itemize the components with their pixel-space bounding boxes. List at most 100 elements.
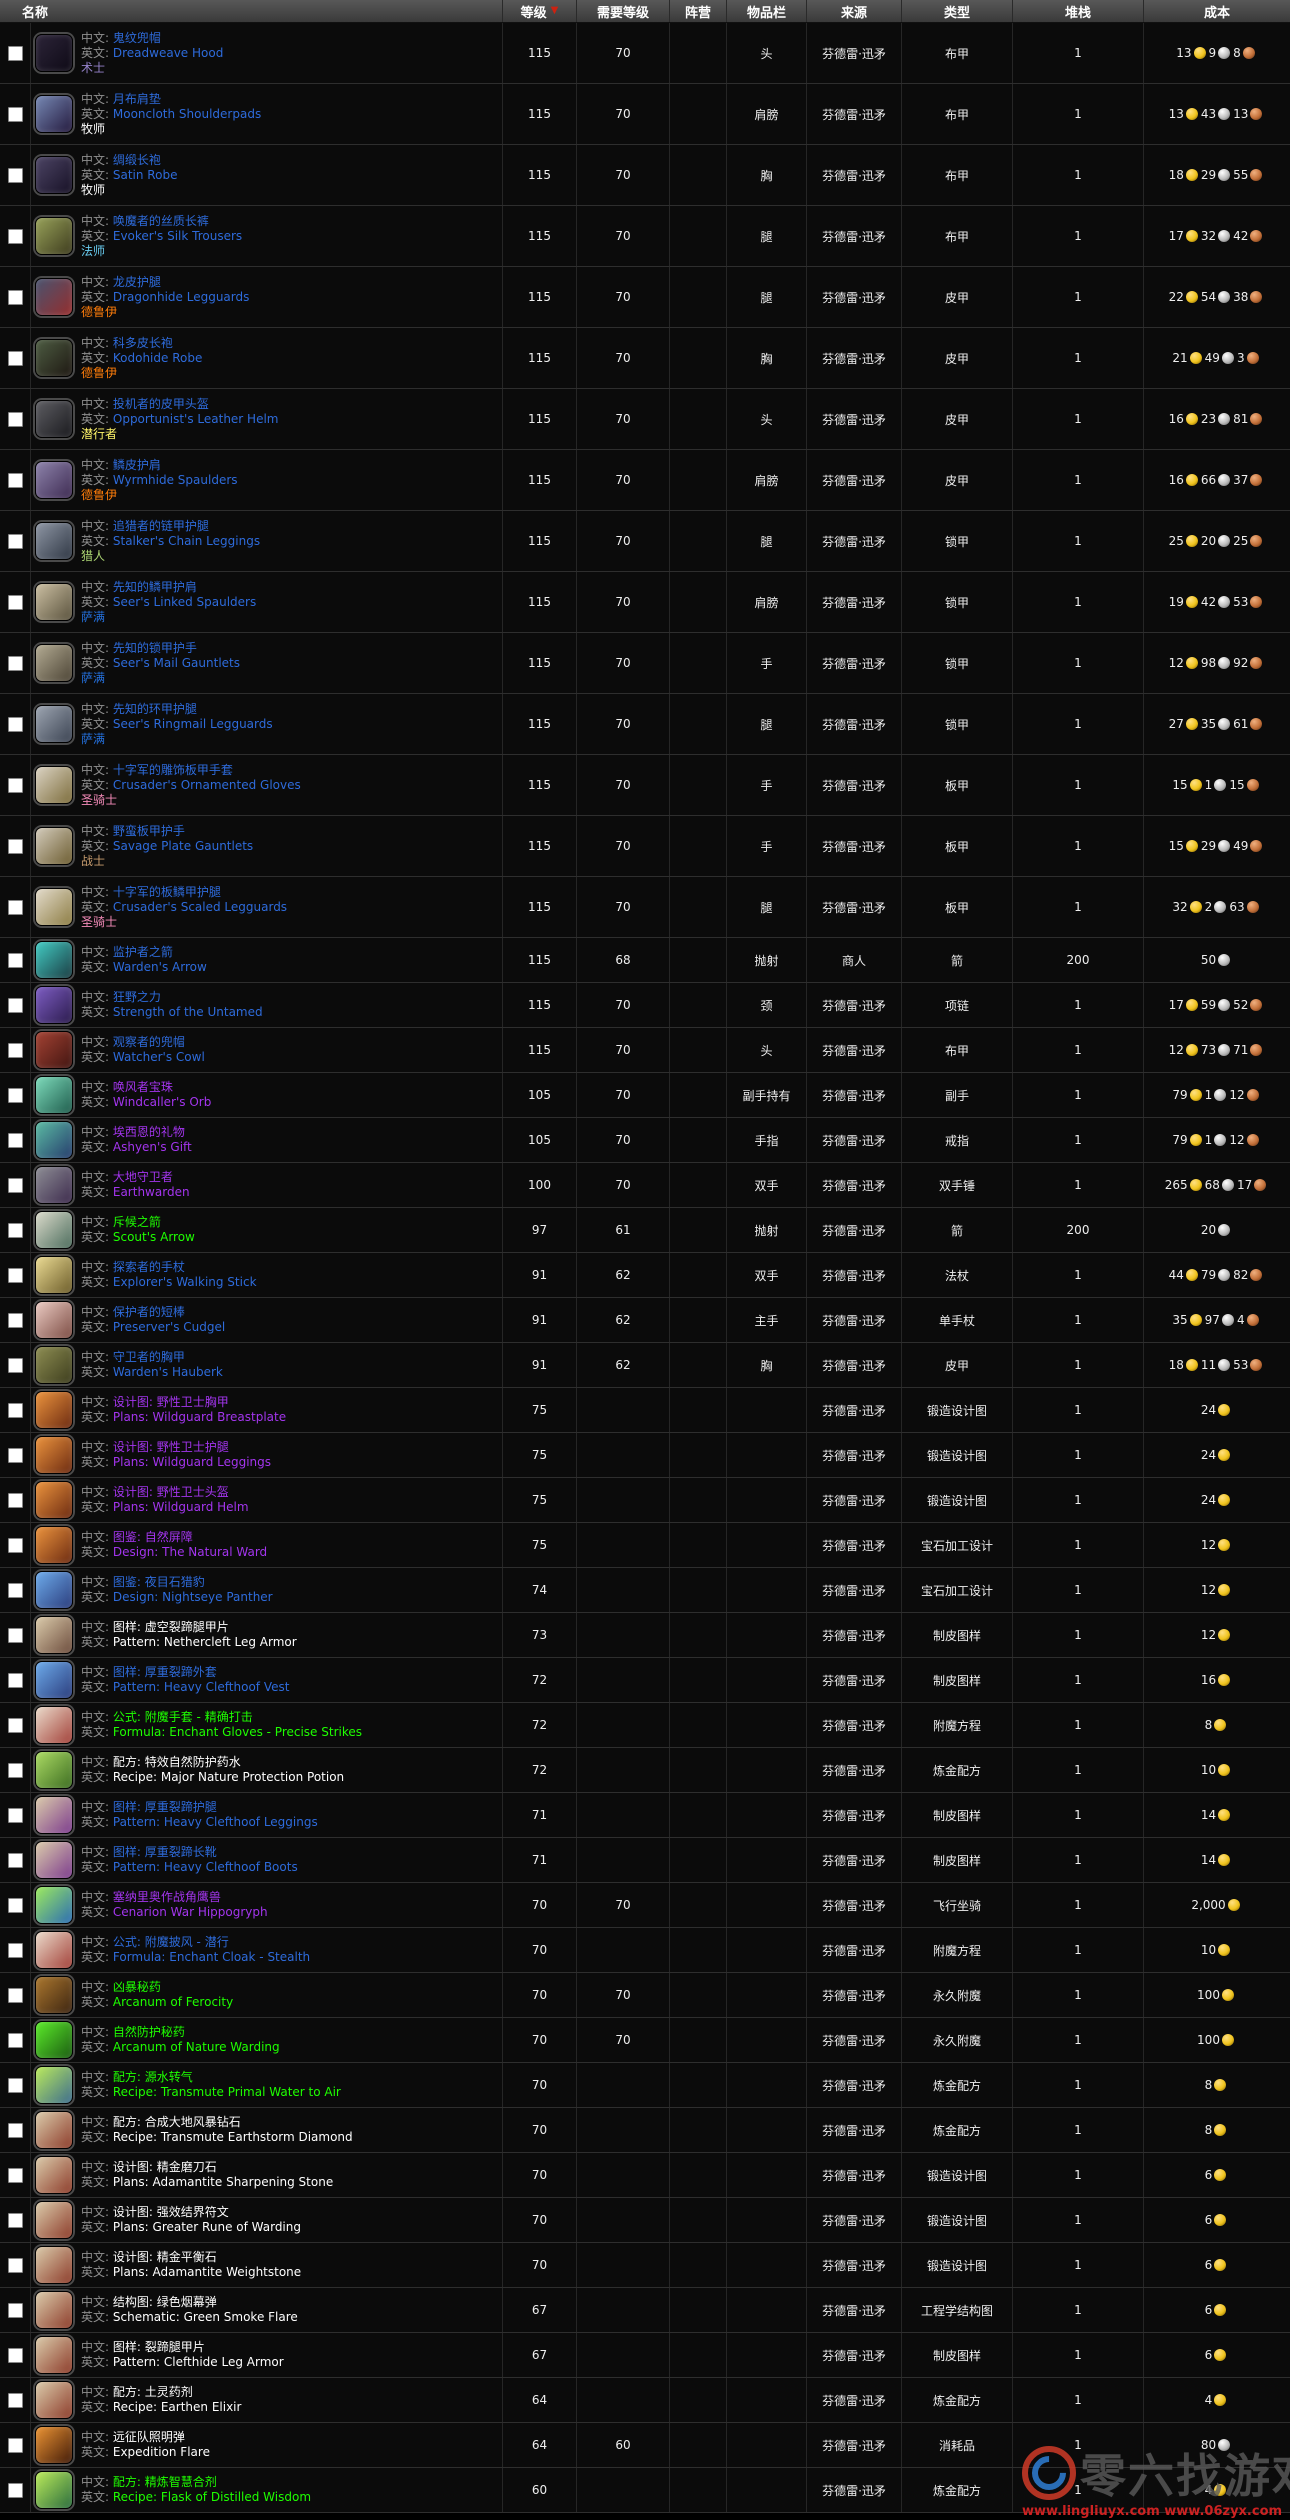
item-name-en-link[interactable]: Arcanum of Ferocity xyxy=(113,1995,233,2009)
item-icon[interactable] xyxy=(35,1436,73,1474)
item-name-cn-link[interactable]: 十字军的雕饰板甲手套 xyxy=(113,763,233,777)
row-checkbox[interactable] xyxy=(8,1898,23,1913)
column-header-source[interactable]: 来源 xyxy=(807,0,902,22)
item-icon[interactable] xyxy=(35,1931,73,1969)
item-icon[interactable] xyxy=(35,156,73,194)
row-checkbox[interactable] xyxy=(8,290,23,305)
item-name-cn-link[interactable]: 设计图: 精金平衡石 xyxy=(113,2250,217,2264)
item-name-cn-link[interactable]: 科多皮长袍 xyxy=(113,336,173,350)
item-icon[interactable] xyxy=(35,1031,73,1069)
row-checkbox[interactable] xyxy=(8,717,23,732)
item-icon[interactable] xyxy=(35,1616,73,1654)
row-checkbox[interactable] xyxy=(8,351,23,366)
row-checkbox[interactable] xyxy=(8,839,23,854)
item-name-en-link[interactable]: Savage Plate Gauntlets xyxy=(113,839,253,853)
item-icon[interactable] xyxy=(35,95,73,133)
row-checkbox[interactable] xyxy=(8,1358,23,1373)
item-icon[interactable] xyxy=(35,1751,73,1789)
item-name-cn-link[interactable]: 设计图: 野性卫士护腿 xyxy=(113,1440,229,1454)
row-checkbox[interactable] xyxy=(8,46,23,61)
item-name-en-link[interactable]: Expedition Flare xyxy=(113,2445,210,2459)
item-name-en-link[interactable]: Recipe: Major Nature Protection Potion xyxy=(113,1770,344,1784)
row-checkbox[interactable] xyxy=(8,168,23,183)
item-name-cn-link[interactable]: 设计图: 精金磨刀石 xyxy=(113,2160,217,2174)
item-name-en-link[interactable]: Warden's Hauberk xyxy=(113,1365,223,1379)
row-checkbox[interactable] xyxy=(8,1583,23,1598)
row-checkbox[interactable] xyxy=(8,2258,23,2273)
item-name-en-link[interactable]: Crusader's Scaled Legguards xyxy=(113,900,287,914)
item-name-cn-link[interactable]: 设计图: 强效结界符文 xyxy=(113,2205,229,2219)
item-name-en-link[interactable]: Windcaller's Orb xyxy=(113,1095,211,1109)
item-icon[interactable] xyxy=(35,1841,73,1879)
item-name-en-link[interactable]: Formula: Enchant Gloves - Precise Strike… xyxy=(113,1725,362,1739)
row-checkbox[interactable] xyxy=(8,1133,23,1148)
item-icon[interactable] xyxy=(35,2111,73,2149)
column-header-slot[interactable]: 物品栏 xyxy=(727,0,807,22)
item-name-cn-link[interactable]: 唤魔者的丝质长裤 xyxy=(113,214,209,228)
item-icon[interactable] xyxy=(35,1886,73,1924)
item-name-cn-link[interactable]: 大地守卫者 xyxy=(113,1170,173,1184)
item-icon[interactable] xyxy=(35,2381,73,2419)
item-icon[interactable] xyxy=(35,2201,73,2239)
row-checkbox[interactable] xyxy=(8,1268,23,1283)
item-name-en-link[interactable]: Formula: Enchant Cloak - Stealth xyxy=(113,1950,310,1964)
item-name-cn-link[interactable]: 鳞皮护肩 xyxy=(113,458,161,472)
item-icon[interactable] xyxy=(35,1076,73,1114)
row-checkbox[interactable] xyxy=(8,2033,23,2048)
item-name-en-link[interactable]: Pattern: Heavy Clefthoof Vest xyxy=(113,1680,290,1694)
item-icon[interactable] xyxy=(35,2471,73,2509)
item-icon[interactable] xyxy=(35,1166,73,1204)
item-icon[interactable] xyxy=(35,1661,73,1699)
item-name-en-link[interactable]: Design: The Natural Ward xyxy=(113,1545,267,1559)
row-checkbox[interactable] xyxy=(8,998,23,1013)
item-name-cn-link[interactable]: 图样: 裂蹄腿甲片 xyxy=(113,2340,205,2354)
item-name-en-link[interactable]: Schematic: Green Smoke Flare xyxy=(113,2310,298,2324)
column-header-name[interactable]: 名称 xyxy=(0,0,503,22)
item-name-cn-link[interactable]: 配方: 合成大地风暴钻石 xyxy=(113,2115,241,2129)
item-icon[interactable] xyxy=(35,1526,73,1564)
column-header-stack[interactable]: 堆栈 xyxy=(1013,0,1144,22)
row-checkbox[interactable] xyxy=(8,2168,23,2183)
item-icon[interactable] xyxy=(35,2156,73,2194)
item-icon[interactable] xyxy=(35,1481,73,1519)
row-checkbox[interactable] xyxy=(8,1493,23,1508)
row-checkbox[interactable] xyxy=(8,1178,23,1193)
item-icon[interactable] xyxy=(35,888,73,926)
item-name-en-link[interactable]: Earthwarden xyxy=(113,1185,190,1199)
item-icon[interactable] xyxy=(35,34,73,72)
row-checkbox[interactable] xyxy=(8,900,23,915)
item-name-en-link[interactable]: Seer's Ringmail Legguards xyxy=(113,717,273,731)
row-checkbox[interactable] xyxy=(8,2123,23,2138)
item-name-cn-link[interactable]: 图鉴: 自然屏障 xyxy=(113,1530,193,1544)
column-header-type[interactable]: 类型 xyxy=(902,0,1013,22)
item-name-en-link[interactable]: Scout's Arrow xyxy=(113,1230,195,1244)
item-icon[interactable] xyxy=(35,400,73,438)
row-checkbox[interactable] xyxy=(8,2438,23,2453)
item-name-en-link[interactable]: Plans: Adamantite Weightstone xyxy=(113,2265,301,2279)
row-checkbox[interactable] xyxy=(8,412,23,427)
item-icon[interactable] xyxy=(35,827,73,865)
row-checkbox[interactable] xyxy=(8,1943,23,1958)
item-name-en-link[interactable]: Dragonhide Legguards xyxy=(113,290,250,304)
item-name-cn-link[interactable]: 观察者的兜帽 xyxy=(113,1035,185,1049)
row-checkbox[interactable] xyxy=(8,1988,23,2003)
item-icon[interactable] xyxy=(35,2246,73,2284)
item-name-cn-link[interactable]: 埃西恩的礼物 xyxy=(113,1125,185,1139)
item-name-en-link[interactable]: Stalker's Chain Leggings xyxy=(113,534,260,548)
item-name-cn-link[interactable]: 自然防护秘药 xyxy=(113,2025,185,2039)
row-checkbox[interactable] xyxy=(8,1403,23,1418)
item-icon[interactable] xyxy=(35,1706,73,1744)
column-header-cost[interactable]: 成本 xyxy=(1144,0,1290,22)
item-icon[interactable] xyxy=(35,461,73,499)
item-icon[interactable] xyxy=(35,1211,73,1249)
row-checkbox[interactable] xyxy=(8,1088,23,1103)
item-name-en-link[interactable]: Opportunist's Leather Helm xyxy=(113,412,279,426)
row-checkbox[interactable] xyxy=(8,1313,23,1328)
item-icon[interactable] xyxy=(35,1256,73,1294)
row-checkbox[interactable] xyxy=(8,1718,23,1733)
item-icon[interactable] xyxy=(35,766,73,804)
item-name-cn-link[interactable]: 配方: 精炼智慧合剂 xyxy=(113,2475,217,2489)
item-icon[interactable] xyxy=(35,278,73,316)
item-name-cn-link[interactable]: 保护者的短棒 xyxy=(113,1305,185,1319)
item-icon[interactable] xyxy=(35,1391,73,1429)
